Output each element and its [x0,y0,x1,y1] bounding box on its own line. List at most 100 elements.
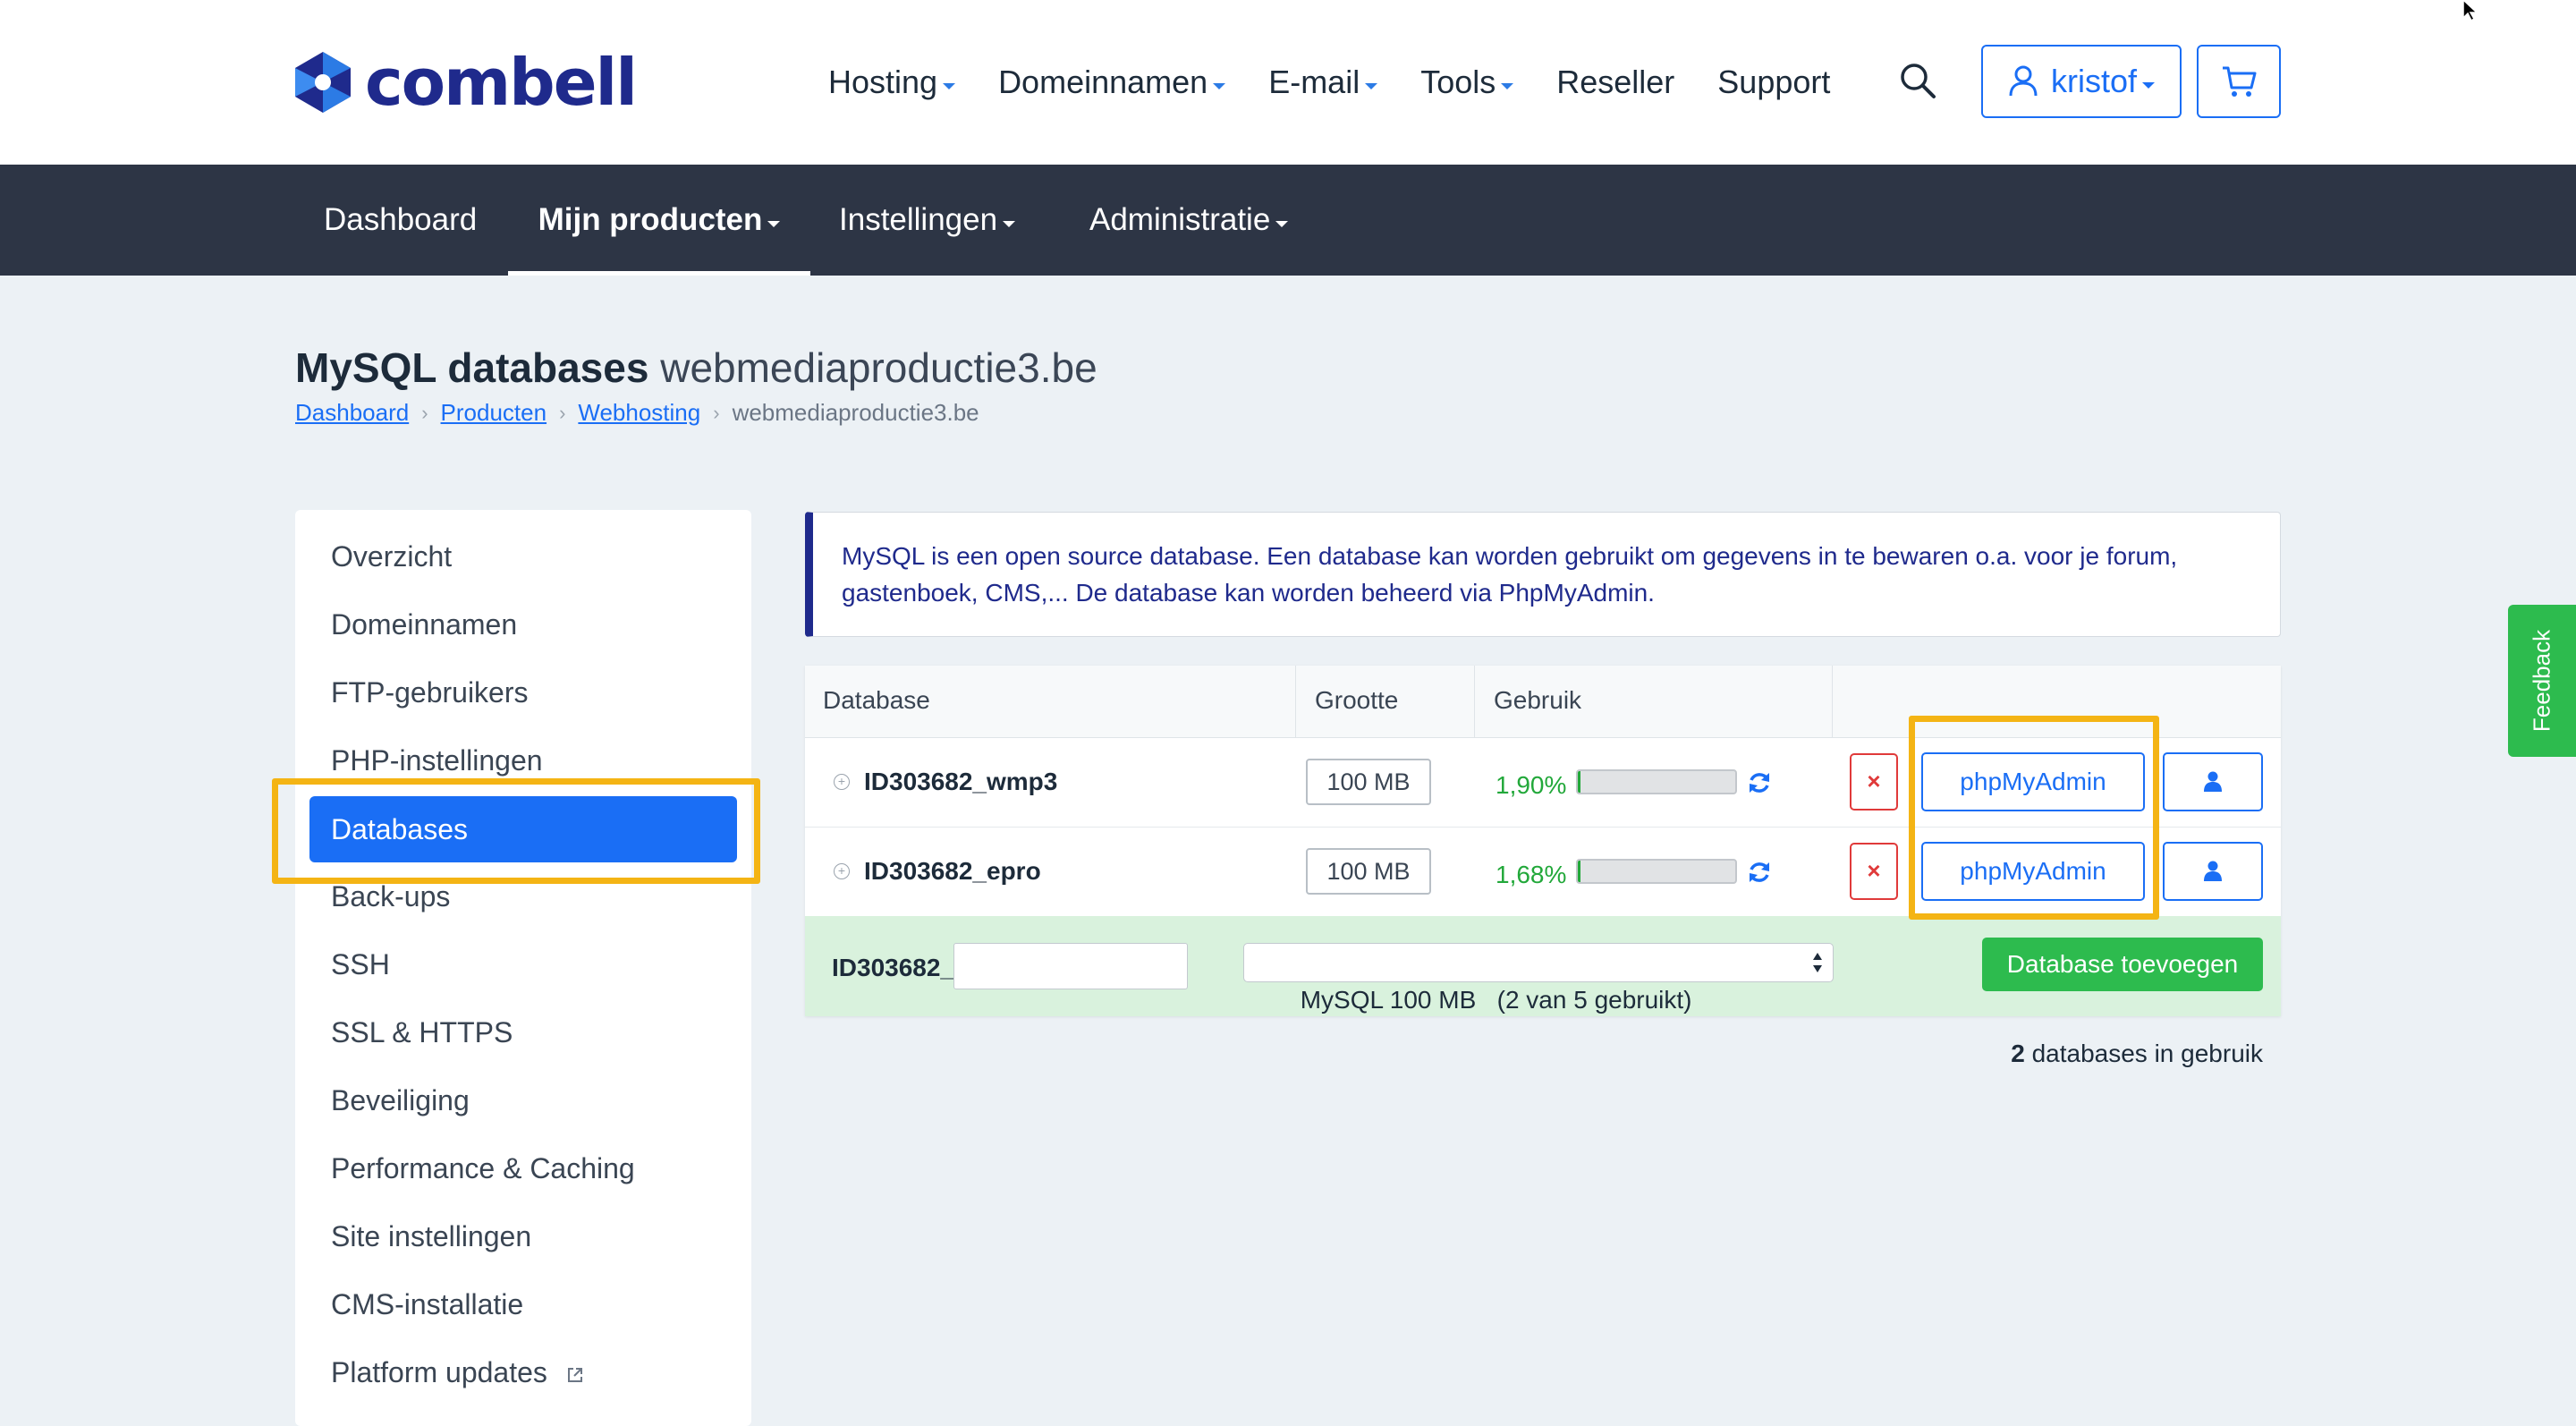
add-database-button[interactable]: Database toevoegen [1982,938,2263,991]
breadcrumb-producten[interactable]: Producten [441,399,547,427]
sidebar-item-databases[interactable]: Databases [309,796,737,862]
nav-reseller-label: Reseller [1556,64,1675,100]
refresh-icon[interactable] [1746,769,1773,796]
sidebar-item-beveiliging[interactable]: Beveiliging [331,1079,470,1122]
cart-button[interactable] [2197,45,2281,118]
nav-email-label: E-mail [1268,64,1360,100]
expand-icon[interactable]: + [834,774,850,790]
column-header-grootte: Grootte [1315,686,1399,714]
nav-tools-label: Tools [1420,64,1496,100]
chevron-down-icon [1365,82,1378,89]
sidebar-item-performance-caching[interactable]: Performance & Caching [331,1147,635,1190]
sidebar-item-php-instellingen[interactable]: PHP-instellingen [331,739,543,782]
user-menu-button[interactable]: kristof [1981,45,2182,118]
sidebar: Overzicht Domeinnamen FTP-gebruikers PHP… [295,510,751,1426]
breadcrumb-webhosting[interactable]: Webhosting [578,399,700,427]
nav-hosting-label: Hosting [828,64,938,100]
chevron-down-icon [2142,81,2155,89]
sidebar-item-domeinnamen[interactable]: Domeinnamen [331,603,517,646]
delete-database-button[interactable]: × [1850,843,1898,900]
usage-percent: 1,68% [1496,861,1567,888]
feedback-label: Feedback [2528,629,2555,733]
breadcrumb-current: webmediaproductie3.be [732,399,979,426]
database-users-button[interactable] [2163,842,2263,901]
database-type-select-value: MySQL 100 MB (2 van 5 gebruikt) [1300,986,1692,1014]
breadcrumb-separator-icon: › [421,401,428,424]
usage-percent: 1,90% [1496,771,1567,799]
external-link-icon [567,1367,582,1382]
usage-bar [1576,769,1737,794]
database-users-button[interactable] [2163,752,2263,811]
tab-dashboard[interactable]: Dashboard [324,165,477,276]
delete-database-button[interactable]: × [1850,753,1898,811]
database-type-select[interactable]: MySQL 100 MB (2 van 5 gebruikt) [1243,943,1834,1014]
search-icon[interactable] [1898,61,1937,100]
nav-domeinnamen-label: Domeinnamen [998,64,1208,100]
sidebar-item-site-instellingen[interactable]: Site instellingen [331,1215,531,1258]
add-database-row: ID303682_ MySQL 100 MB (2 van 5 gebruikt… [805,916,2281,1016]
combell-logo[interactable]: combell [293,45,638,120]
databases-table: Database Grootte Gebruik + ID303682_wmp3… [805,666,2281,1016]
table-row: + ID303682_wmp3 100 MB 1,90% × phpMyAdmi… [805,737,2281,828]
nav-support[interactable]: Support [1717,64,1830,101]
sidebar-item-ssl-https[interactable]: SSL & HTTPS [331,1011,513,1054]
database-name: ID303682_wmp3 [864,768,1058,795]
tab-mijn-producten[interactable]: Mijn producten [508,165,810,276]
breadcrumb-separator-icon: › [713,401,720,424]
phpmyadmin-button[interactable]: phpMyAdmin [1921,752,2145,811]
chevron-down-icon [767,220,781,227]
nav-domeinnamen[interactable]: Domeinnamen [998,64,1226,101]
page-title-domain: webmediaproductie3.be [660,344,1097,391]
column-divider [1832,666,1833,737]
database-name-input[interactable] [953,943,1188,989]
user-icon [2204,771,2222,792]
sidebar-item-ftp-gebruikers[interactable]: FTP-gebruikers [331,671,529,714]
database-prefix: ID303682_ [832,954,955,981]
usage-bar [1576,859,1737,884]
refresh-icon[interactable] [1746,859,1773,886]
sidebar-item-overzicht[interactable]: Overzicht [331,535,452,578]
nav-hosting[interactable]: Hosting [828,64,956,101]
user-name: kristof [2050,63,2137,99]
page-title-main: MySQL databases [295,344,649,391]
product-nav: Dashboard Mijn producten Instellingen Ad… [0,165,2576,276]
databases-count-number: 2 [2011,1040,2025,1067]
database-size: 100 MB [1306,848,1431,895]
databases-count: 2 databases in gebruik [1968,1040,2263,1068]
tab-instellingen-label: Instellingen [839,202,998,237]
sidebar-item-platform-updates[interactable]: Platform updates [331,1351,584,1394]
chevron-down-icon [1003,220,1016,227]
tab-dashboard-label: Dashboard [324,202,478,237]
select-arrows-icon [1813,953,1822,972]
expand-icon[interactable]: + [834,863,850,879]
tab-instellingen[interactable]: Instellingen [839,165,1016,276]
nav-reseller[interactable]: Reseller [1556,64,1674,101]
chevron-down-icon [1213,82,1226,89]
sidebar-item-back-ups[interactable]: Back-ups [331,875,450,918]
nav-tools[interactable]: Tools [1420,64,1514,101]
table-header: Database Grootte Gebruik [805,666,2281,738]
database-name: ID303682_epro [864,857,1041,885]
info-text: MySQL is een open source database. Een d… [842,542,2178,607]
combell-logo-icon [295,52,351,113]
breadcrumb-dashboard[interactable]: Dashboard [295,399,409,427]
feedback-tab[interactable]: Feedback [2508,605,2576,757]
tab-mijn-producten-label: Mijn producten [538,202,763,237]
info-box: MySQL is een open source database. Een d… [805,512,2281,637]
sidebar-item-ssh[interactable]: SSH [331,943,390,986]
logo-text: combell [365,45,638,120]
column-divider [1474,666,1475,737]
top-header: combell Hosting Domeinnamen E-mail Tools… [0,0,2576,165]
column-header-database: Database [823,686,930,714]
nav-email[interactable]: E-mail [1268,64,1378,101]
tab-administratie[interactable]: Administratie [1089,165,1289,276]
chevron-down-icon [943,82,956,89]
page-title: MySQL databases webmediaproductie3.be [295,344,1097,392]
mouse-cursor-icon [2462,0,2479,21]
phpmyadmin-button[interactable]: phpMyAdmin [1921,842,2145,901]
user-icon [2204,861,2222,881]
column-header-gebruik: Gebruik [1494,686,1582,714]
databases-count-text: databases in gebruik [2031,1040,2263,1067]
sidebar-item-cms-installatie[interactable]: CMS-installatie [331,1283,523,1326]
main-nav: Hosting Domeinnamen E-mail Tools Reselle… [828,57,1873,107]
